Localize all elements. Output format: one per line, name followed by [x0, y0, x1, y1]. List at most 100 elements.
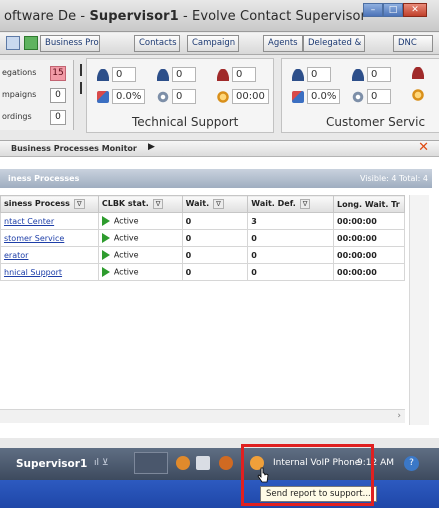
- wait-def-cell: 0: [247, 246, 334, 264]
- wait-def-cell: 0: [247, 229, 334, 247]
- agent-busy-icon: [352, 68, 364, 81]
- scroll-right-icon[interactable]: ›: [397, 411, 401, 421]
- agent-ready-icon: [292, 68, 304, 81]
- close-button[interactable]: ✕: [403, 3, 427, 17]
- tab-business-processes[interactable]: Business Proc: [40, 35, 100, 52]
- active-status-icon: [101, 233, 110, 243]
- stat-label: ordings: [2, 112, 32, 121]
- clock-icon: [412, 89, 424, 101]
- mouse-cursor-icon: [257, 467, 269, 483]
- transfer-icon: [97, 90, 109, 103]
- tooltip-send-report[interactable]: Send report to support...: [260, 486, 377, 502]
- stat-value: 0: [232, 67, 256, 82]
- agent-ready-icon: [97, 68, 109, 81]
- active-status-icon: [101, 216, 110, 226]
- queue-name: Customer Servic: [326, 115, 426, 129]
- monitor-title: Business Processes Monitor: [11, 144, 137, 153]
- window-title: oftware De - Supervisor1 - Evolve Contac…: [4, 9, 366, 24]
- stat-value: 0: [112, 67, 136, 82]
- toolbar-config-icon[interactable]: [6, 36, 20, 50]
- service-icon: [157, 90, 169, 103]
- status-slot: [134, 452, 168, 474]
- process-link[interactable]: ntact Center: [0, 212, 99, 230]
- vertical-scrollbar[interactable]: [409, 195, 429, 425]
- wait-def-cell: 3: [247, 212, 334, 230]
- filter-icon[interactable]: ∇: [299, 199, 311, 209]
- status-cell: Active: [97, 212, 183, 230]
- filter-icon[interactable]: ∇: [152, 199, 164, 209]
- horizontal-scrollbar[interactable]: ›: [0, 409, 405, 423]
- tray-network-icon[interactable]: [219, 456, 233, 470]
- wait-cell: 0: [181, 246, 249, 264]
- transfer-icon: [292, 90, 304, 103]
- column-header-long-wait[interactable]: Long. Wait. Tr: [333, 195, 405, 213]
- stat-campaigns: mpaigns 0: [0, 88, 74, 104]
- agent-busy-icon: [157, 68, 169, 81]
- status-cell: Active: [97, 229, 183, 247]
- table-row[interactable]: ntact Center Active 0 3 00:00:00: [0, 212, 405, 230]
- agent-away-icon: [217, 68, 229, 81]
- table-row[interactable]: stomer Service Active 0 0 00:00:00: [0, 229, 405, 247]
- queue-panel-customer-service[interactable]: 0 0 0.0% 0 Customer Servic: [281, 58, 439, 133]
- column-header-clbk-status[interactable]: CLBK stat. ∇: [97, 195, 183, 213]
- queue-name: Technical Support: [132, 115, 239, 129]
- process-link[interactable]: hnical Support: [0, 263, 99, 281]
- column-label: Wait. Def.: [251, 199, 296, 208]
- tab-dnc[interactable]: DNC: [393, 35, 433, 52]
- tab-campaign[interactable]: Campaign: [187, 35, 239, 52]
- queue-panel-technical-support[interactable]: 0 0 0 0.0% 0 00:00 Technical Support: [86, 58, 274, 133]
- table-row[interactable]: hnical Support Active 0 0 00:00:00: [0, 263, 405, 281]
- status-text: Active: [113, 250, 139, 260]
- agent-away-icon: [412, 67, 424, 79]
- stat-value: 0.0%: [112, 89, 146, 104]
- tab-delegated[interactable]: Delegated &: [303, 35, 365, 52]
- agents-away-stat: 0: [217, 67, 256, 82]
- status-text: Active: [113, 233, 139, 243]
- status-text: Active: [113, 267, 139, 277]
- long-wait-cell: 00:00:00: [333, 229, 405, 247]
- column-label: siness Process: [4, 199, 70, 208]
- summary-stats-panel: egations 15 mpaigns 0 ordings 0: [0, 60, 74, 130]
- column-header-process[interactable]: siness Process ∇: [0, 195, 99, 213]
- tab-contacts[interactable]: Contacts: [134, 35, 180, 52]
- maximize-button[interactable]: □: [383, 3, 403, 17]
- table-header-row: siness Process ∇ CLBK stat. ∇ Wait. ∇ Wait.…: [0, 195, 405, 213]
- wait-def-cell: 0: [247, 263, 334, 281]
- monitor-header: Business Processes Monitor ▶ ✕: [0, 140, 439, 157]
- tray-app-icon[interactable]: [176, 456, 190, 470]
- agents-ready-stat: 0: [97, 67, 136, 82]
- queue-scroll-left-handle[interactable]: [78, 58, 84, 133]
- toolbar: Business Proc Contacts Campaign Agents D…: [0, 33, 439, 55]
- business-process-table: siness Process ∇ CLBK stat. ∇ Wait. ∇ Wait.…: [0, 195, 405, 281]
- business-processes-monitor: Business Processes Monitor ▶ ✕ iness Pro…: [0, 140, 439, 438]
- clock-time: 9:12 AM: [357, 458, 394, 468]
- table-row[interactable]: erator Active 0 0 00:00:00: [0, 246, 405, 264]
- stat-label: egations: [2, 68, 37, 77]
- tray-document-icon[interactable]: [196, 456, 210, 470]
- filter-icon[interactable]: ∇: [73, 199, 85, 209]
- tab-agents[interactable]: Agents: [263, 35, 303, 52]
- process-link[interactable]: stomer Service: [0, 229, 99, 247]
- wait-time-stat: [412, 89, 427, 101]
- status-bar: Supervisor1 ıl ⊻ Internal VoIP Phone 9:1…: [0, 448, 439, 480]
- agents-ready-stat: 0: [292, 67, 331, 82]
- stat-value: 0: [307, 67, 331, 82]
- close-panel-icon[interactable]: ✕: [418, 140, 429, 155]
- wait-cell: 0: [181, 263, 249, 281]
- process-link[interactable]: erator: [0, 246, 99, 264]
- column-header-wait[interactable]: Wait. ∇: [181, 195, 249, 213]
- help-icon[interactable]: ?: [404, 456, 419, 471]
- wait-time-stat: 00:00: [217, 89, 269, 104]
- service-icon: [352, 90, 364, 103]
- minimize-button[interactable]: –: [363, 3, 383, 17]
- filter-icon[interactable]: ∇: [213, 199, 224, 209]
- current-user: Supervisor1: [16, 458, 88, 470]
- stat-value: 0: [172, 89, 196, 104]
- volume-icon[interactable]: ıl ⊻: [94, 458, 108, 468]
- wait-cell: 0: [181, 229, 249, 247]
- column-header-wait-def[interactable]: Wait. Def. ∇: [247, 195, 334, 213]
- status-cell: Active: [97, 246, 183, 264]
- toolbar-check-icon[interactable]: [24, 36, 38, 50]
- expand-arrow-icon[interactable]: ▶: [148, 142, 155, 152]
- long-wait-cell: 00:00:00: [333, 212, 405, 230]
